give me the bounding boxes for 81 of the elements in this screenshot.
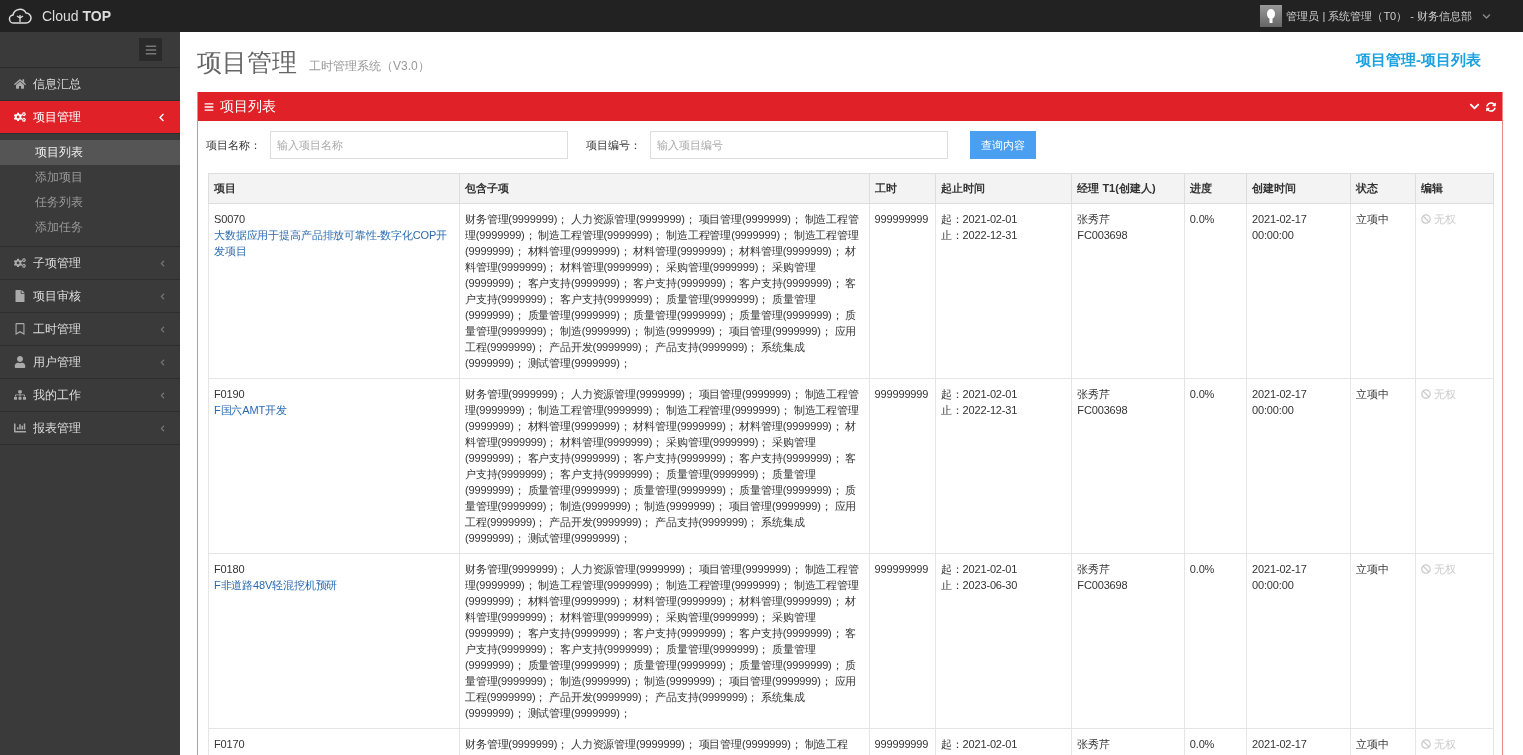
status-cell: 立项中: [1350, 378, 1416, 554]
collapse-icon[interactable]: [1469, 101, 1480, 112]
column-header: 项目: [208, 173, 460, 204]
dropdown-icon[interactable]: [1482, 11, 1491, 21]
project-link[interactable]: F非道路48V轻混挖机预研: [214, 577, 454, 593]
brand-name: Cloud TOP: [42, 8, 111, 24]
ban-icon: [1420, 214, 1431, 224]
list-icon: [204, 101, 214, 112]
refresh-icon[interactable]: [1486, 101, 1496, 112]
created-date: 2021-02-17: [1252, 562, 1308, 577]
subitems-cell: 财务管理(9999999)； 人力资源管理(9999999)； 项目管理(9999999)； 制造工程管理(9999999)； 制造工程管理(9999999)； 制造工程管理(9999999)； 制造工程管理(9999999)； 材料管理(9999999)； 材料管理(9999999)； 材料管理(9999999)； 材料管理(9999999)； 材料管理(9999999)； 采购管理(9999999)； 采购管理(9999999)； 客户支持(9999999)； 客户支持(9999999)； 客户支持(9999999)； 客户支持(9999999)； 客户支持(9999999)； 质量管理(9999999)； 质量管理(9999999)； 质量管理(9999999)； 质量管理(9999999)； 质量管理(9999999)； 质量管理(9999999)； 制造(9999999)； 制造(9999999)； 项目管理(9999999)； 应用工程(9999999)； 产品开发(9999999)； 产品支持(9999999)； 系统集成(9999999)； 测试管理(9999999)；: [459, 553, 870, 729]
input-field[interactable]: 输入项目编号: [650, 131, 948, 159]
subitems-cell: 财务管理(9999999)； 人力资源管理(9999999)； 项目管理(9999999)； 制造工程管理(9999999)； 制造工程管理(9999999)； 制造工程管理(9999999)； 制造工程管理(9999999)； 材料管理(9999999)； 材料管理(9999999)； 材料管理(9999999)； 材料管理(9999999)； 材料管理(9999999)； 采购管理(9999999)； 采购管理(9999999)； 客户支持(9999999)； 客户支持(9999999)； 客户支持(9999999)； 客户支持(9999999)； 客户支持(9999999)； 质量管理(9999999)； 质量管理(9999999)； 质量管理(9999999)； 质量管理(9999999)； 质量管理(9999999)； 质量管理(9999999)； 制造(9999999)； 制造(9999999)； 项目管理(9999999)； 应用工程(9999999)； 产品开发(9999999)； 产品支持(9999999)； 系统集成(9999999)； 测试管理(9999999)；: [459, 203, 870, 379]
cloud-logo-icon: [8, 7, 32, 25]
page-title: 项目管理: [197, 46, 297, 78]
created-time: 00:00:00: [1252, 578, 1295, 593]
column-header: 编辑: [1415, 173, 1494, 204]
column-header: 工时: [869, 173, 936, 204]
manager-name: 张秀芹: [1077, 562, 1111, 577]
avatar-icon: [1260, 5, 1283, 27]
column-header: 进度: [1184, 173, 1247, 204]
submenu-item[interactable]: 项目列表: [0, 140, 180, 165]
created-date: 2021-02-17: [1252, 737, 1308, 752]
project-code: S0070: [214, 212, 247, 227]
project-code: F0170: [214, 737, 246, 752]
input-field[interactable]: 输入项目名称: [270, 131, 568, 159]
ban-icon: [1420, 739, 1431, 749]
ban-icon: [1420, 564, 1431, 574]
manager-id: FC003698: [1077, 403, 1129, 418]
sidebar-item[interactable]: 子项管理: [0, 247, 180, 280]
column-header: 经理 T1(创建人): [1071, 173, 1185, 204]
breadcrumb: 项目管理-项目列表: [1356, 50, 1481, 70]
field-label: 项目编号：: [586, 137, 641, 153]
start-date: 起：2021-02-01: [940, 562, 1019, 577]
status-cell: 立项中: [1350, 553, 1416, 729]
hours-cell: 999999999: [869, 378, 936, 554]
hours-cell: 999999999: [869, 553, 936, 729]
column-header: 创建时间: [1246, 173, 1351, 204]
column-header: 起止时间: [935, 173, 1072, 204]
submenu-item[interactable]: 添加项目: [0, 165, 180, 190]
manager-id: FC003698: [1077, 578, 1129, 593]
submenu-item[interactable]: 任务列表: [0, 190, 180, 215]
start-date: 起：2021-02-01: [940, 212, 1019, 227]
created-date: 2021-02-17: [1252, 212, 1308, 227]
sidebar-item[interactable]: 我的工作: [0, 379, 180, 412]
progress-cell: 0.0%: [1184, 203, 1247, 379]
end-date: 止：2022-12-31: [940, 403, 1019, 418]
sidebar-item[interactable]: 工时管理: [0, 313, 180, 346]
end-date: 止：2022-12-31: [940, 228, 1019, 243]
project-link[interactable]: 大数据应用于提高产品排放可靠性-数字化COP开发项目: [214, 227, 454, 259]
subitems-cell: 财务管理(9999999)； 人力资源管理(9999999)； 项目管理(9999999)； 制造工程管理(9999999)； 制造工程管理(9999999)； 制造工程管理(9999999)； 制造工程管理(9999999)； 材料管理(9999999)； 材料管理(9999999)； 材料管理(9999999)； 材料管理(9999999)； 材料管理(9999999)； 采购管理(9999999)； 采购管理(9999999)； 客户支持(9999999)； 客户支持(9999999)； 客户支持(9999999)； 客户支持(9999999)； 客户支持(9999999)； 质量管理(9999999)； 质量管理(9999999)； 质量管理(9999999)； 质量管理(9999999)； 质量管理(9999999)； 质量管理(9999999)； 制造(9999999)； 制造(9999999)； 项目管理(9999999)； 应用工程(9999999)； 产品开发(9999999)； 产品支持(9999999)； 系统集成(9999999)； 测试管理(9999999)；: [459, 378, 870, 554]
menu-toggle-button[interactable]: [139, 38, 162, 61]
sidebar-item[interactable]: 项目审核: [0, 280, 180, 313]
start-date: 起：2021-02-01: [940, 387, 1019, 402]
hours-cell: 999999999: [869, 203, 936, 379]
progress-cell: 0.0%: [1184, 553, 1247, 729]
end-date: 止：2023-06-30: [940, 578, 1019, 593]
project-code: F0180: [214, 562, 246, 577]
sidebar-item[interactable]: 项目管理: [0, 101, 180, 134]
created-time: 00:00:00: [1252, 403, 1295, 418]
column-header: 状态: [1350, 173, 1416, 204]
project-code: F0190: [214, 387, 246, 402]
user-info[interactable]: 管理员 | 系统管理（T0） - 财务信息部: [1286, 8, 1472, 24]
manager-id: FC003698: [1077, 228, 1129, 243]
sidebar-item[interactable]: 报表管理: [0, 412, 180, 445]
page-subtitle: 工时管理系统（V3.0）: [309, 57, 430, 75]
sidebar-item[interactable]: 用户管理: [0, 346, 180, 379]
created-time: 00:00:00: [1252, 228, 1295, 243]
ban-icon: [1420, 389, 1431, 399]
column-header: 包含子项: [459, 173, 870, 204]
manager-name: 张秀芹: [1077, 737, 1111, 752]
created-date: 2021-02-17: [1252, 387, 1308, 402]
field-label: 项目名称：: [206, 137, 261, 153]
panel-title: 项目列表: [220, 97, 277, 116]
progress-cell: 0.0%: [1184, 378, 1247, 554]
start-date: 起：2021-02-01: [940, 737, 1019, 752]
manager-name: 张秀芹: [1077, 212, 1111, 227]
manager-name: 张秀芹: [1077, 387, 1111, 402]
submenu-item[interactable]: 添加任务: [0, 215, 180, 240]
status-cell: 立项中: [1350, 203, 1416, 379]
project-link[interactable]: F国六AMT开发: [214, 402, 454, 418]
